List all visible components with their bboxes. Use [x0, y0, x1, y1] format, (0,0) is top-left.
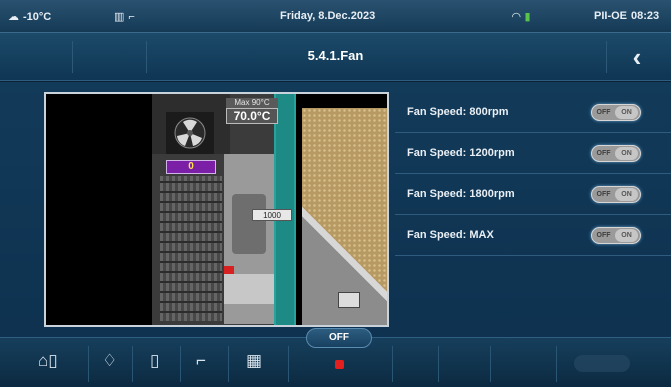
flue-temperature: 70.0°C [226, 108, 278, 124]
home-mode-icon[interactable]: ⌂▯ [38, 351, 58, 371]
heat-exchanger [160, 176, 222, 321]
combustion-chamber [224, 154, 274, 324]
status-bar: ☁ -10°C ▥ ⌐ Friday, 8.Dec.2023 ◠ ▮ PII-O… [0, 0, 671, 33]
cloud-icon: ☁ [8, 11, 19, 23]
divider [392, 346, 393, 382]
toggle-off-label: OFF [596, 150, 611, 157]
grid-icon: ▥ [114, 11, 125, 23]
fan-speed-toggle[interactable]: OFF ON [591, 186, 641, 203]
divider [180, 346, 181, 382]
divider [490, 346, 491, 382]
clock-time: 08:23 [631, 10, 660, 22]
boiler-diagram: 0 Max 90°C 70.0°C 1000 [44, 92, 389, 327]
fan-speed-toggle[interactable]: OFF ON [591, 145, 641, 162]
fan-speed-row: Fan Speed: 800rpm OFF ON [395, 92, 671, 133]
divider [606, 41, 607, 73]
divider [132, 346, 133, 382]
wifi-icon: ◠ [512, 11, 521, 23]
outside-temperature: -10°C [23, 10, 52, 23]
stop-indicator [335, 360, 344, 369]
fan-speed-list: Fan Speed: 800rpm OFF ON Fan Speed: 1200… [395, 92, 671, 256]
flame-indicator [224, 266, 234, 274]
radiator-icon[interactable]: ▦ [246, 351, 262, 371]
fan-speed-row: Fan Speed: 1200rpm OFF ON [395, 133, 671, 174]
fan-unit [166, 112, 214, 154]
tap-icon: ⌐ [128, 10, 135, 23]
toggle-on-label: ON [615, 106, 638, 119]
fan-speed-row: Fan Speed: 1800rpm OFF ON [395, 174, 671, 215]
page-title: 5.4.1.Fan [307, 48, 364, 63]
station-time: PII-OE 08:23 [594, 10, 659, 22]
fan-icon [174, 117, 206, 149]
fan-speed-label: Fan Speed: 1800rpm [407, 188, 515, 200]
fan-speed-label: Fan Speed: 800rpm [407, 106, 509, 118]
disabled-toggle [574, 355, 630, 372]
main-panel: 0 Max 90°C 70.0°C 1000 Fan Speed: 800rpm… [0, 82, 671, 337]
weather-status: ☁ -10°C [8, 10, 52, 24]
fan-speed-toggle[interactable]: OFF ON [591, 227, 641, 244]
tap-icon[interactable]: ⌐ [196, 351, 206, 371]
fan-speed-row: Fan Speed: MAX OFF ON [395, 215, 671, 256]
toggle-off-label: OFF [596, 191, 611, 198]
divider [438, 346, 439, 382]
chevron-left-icon: ‹ [632, 41, 642, 72]
back-button[interactable]: ‹ [612, 39, 662, 75]
toggle-on-label: ON [615, 147, 638, 160]
divider [228, 346, 229, 382]
off-status-tab[interactable]: OFF [306, 328, 372, 348]
title-bar: 5.4.1.Fan ‹ [0, 33, 671, 81]
station-name: PII-OE [594, 10, 628, 22]
divider [88, 346, 89, 382]
fan-speed-label: Fan Speed: 1200rpm [407, 147, 515, 159]
fan-speed-toggle[interactable]: OFF ON [591, 104, 641, 121]
fan-speed-readout: 1000 [252, 209, 292, 221]
toggle-on-label: ON [615, 188, 638, 201]
boiler-icon[interactable]: ▯ [150, 351, 159, 371]
current-date: Friday, 8.Dec.2023 [280, 10, 376, 22]
battery-icon: ▮ [524, 11, 531, 23]
ash-bucket [338, 292, 360, 308]
max-temperature-label: Max 90°C [226, 98, 278, 108]
system-icons: ▥ ⌐ [114, 10, 135, 24]
toggle-off-label: OFF [596, 109, 611, 116]
bottom-bar: ⌂▯ ♢ ▯ ⌐ ▦ OFF [0, 328, 671, 387]
divider [288, 346, 289, 382]
fan-speed-label: Fan Speed: MAX [407, 229, 494, 241]
toggle-off-label: OFF [596, 232, 611, 239]
divider [556, 346, 557, 382]
toggle-on-label: ON [615, 229, 638, 242]
network-status: ◠ ▮ [512, 10, 531, 23]
counter-display: 0 [166, 160, 216, 174]
flame-icon[interactable]: ♢ [102, 351, 117, 371]
